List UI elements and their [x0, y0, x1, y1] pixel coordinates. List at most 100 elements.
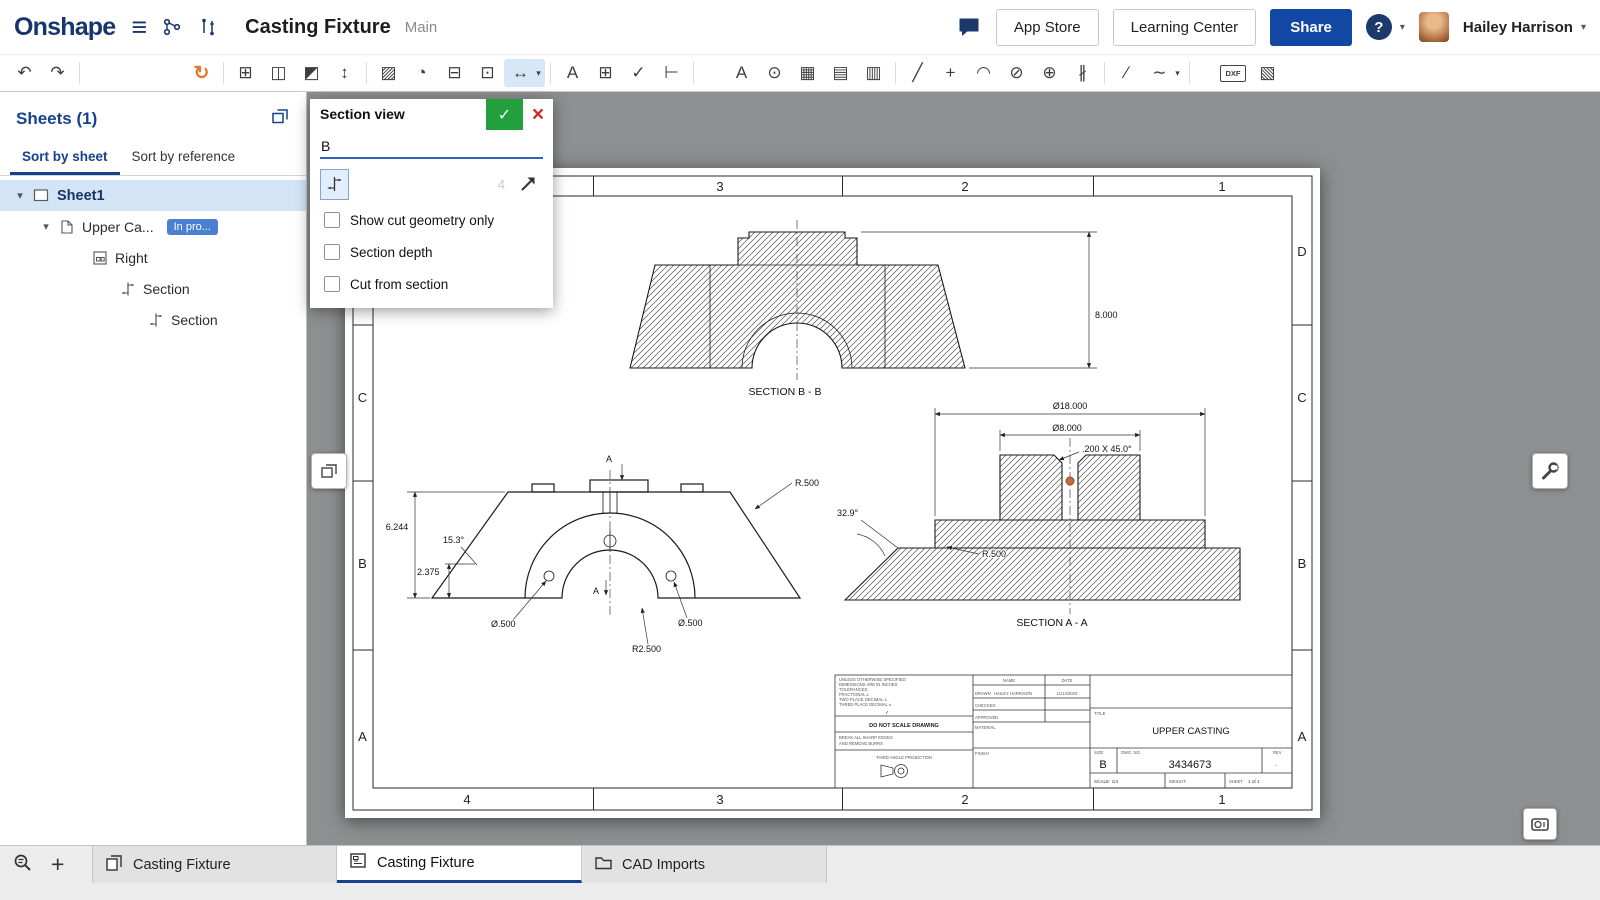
tab-casting-fixture-partstudio[interactable]: Casting Fixture	[92, 846, 337, 883]
confirm-button[interactable]: ✓	[486, 99, 523, 130]
document-tab-bar: + Casting Fixture Casting Fixture CAD Im…	[0, 845, 1600, 900]
dimension-text[interactable]: R2.500	[632, 644, 661, 654]
front-view[interactable]: A A R.500 6.244 15.3° 2.375 Ø.500 Ø.500	[386, 454, 819, 654]
tree-item-section-2[interactable]: Section	[0, 304, 306, 335]
tree-item-section-1[interactable]: Section	[0, 273, 306, 304]
update-views-icon[interactable]: ↻	[185, 59, 218, 87]
weld-symbol-icon[interactable]: ⊢	[655, 59, 688, 87]
spline-menu-caret-icon[interactable]: ▾	[1171, 59, 1184, 87]
sheets-panel-title: Sheets (1)	[16, 109, 97, 129]
break-view-icon[interactable]: ⊟	[438, 59, 471, 87]
section-line-style-button[interactable]	[320, 169, 349, 200]
user-name[interactable]: Hailey Harrison	[1463, 19, 1573, 36]
balloon-icon[interactable]: ⊙	[758, 59, 791, 87]
section-bb-view[interactable]: 8.000 SECTION B - B	[630, 220, 1118, 398]
chevron-down-icon[interactable]: ▾	[40, 220, 52, 233]
avatar[interactable]	[1419, 12, 1449, 42]
zone-label: B	[1298, 556, 1307, 571]
undo-icon[interactable]: ↶	[8, 59, 41, 87]
tab-sort-by-reference[interactable]: Sort by reference	[120, 141, 248, 175]
hamburger-menu-icon[interactable]: ≡	[131, 14, 147, 41]
dimension-text[interactable]: Ø8.000	[1052, 423, 1082, 433]
add-tab-icon[interactable]: +	[51, 853, 64, 876]
line-tool-icon[interactable]: ∕	[1110, 59, 1143, 87]
svg-text:11/14/2023: 11/14/2023	[1057, 691, 1078, 696]
section-name-input[interactable]	[320, 135, 543, 159]
share-button[interactable]: Share	[1270, 9, 1352, 46]
export-dxf-icon[interactable]: DXF	[1220, 65, 1246, 82]
dimension-text[interactable]: 8.000	[1095, 310, 1118, 320]
dimension-text[interactable]: 6.244	[386, 522, 409, 532]
app-store-button[interactable]: App Store	[996, 9, 1099, 46]
learning-center-button[interactable]: Learning Center	[1113, 9, 1257, 46]
option-show-cut-geometry[interactable]: Show cut geometry only	[310, 204, 553, 236]
insert-view-icon[interactable]: ⊞	[229, 59, 262, 87]
detail-view-icon[interactable]: ◔	[405, 59, 438, 87]
geometric-tolerance-icon[interactable]: ⊞	[589, 59, 622, 87]
redo-icon[interactable]: ↷	[41, 59, 74, 87]
tree-item-sheet1[interactable]: ▾ Sheet1	[0, 180, 306, 211]
table-icon[interactable]: ▦	[791, 59, 824, 87]
dock-panel-icon[interactable]	[271, 107, 290, 131]
dimension-text[interactable]: R.500	[982, 549, 1006, 559]
checkbox[interactable]	[324, 212, 340, 228]
tab-sort-by-sheet[interactable]: Sort by sheet	[10, 141, 120, 175]
tree-item-upper-casting[interactable]: ▾ Upper Ca... In pro...	[0, 211, 306, 242]
search-tabs-icon[interactable]	[12, 852, 33, 878]
user-menu-caret-icon[interactable]: ▾	[1581, 22, 1586, 33]
tangent-edge-icon[interactable]: ⊘	[1000, 59, 1033, 87]
branch-compare-icon[interactable]	[197, 16, 219, 38]
dimension-menu-caret-icon[interactable]: ▾	[532, 59, 545, 87]
selected-vertex[interactable]	[1066, 477, 1074, 485]
comments-icon[interactable]	[956, 14, 982, 40]
insert-image-icon[interactable]: ▧	[1251, 59, 1284, 87]
tab-casting-fixture-drawing[interactable]: Casting Fixture	[337, 846, 582, 883]
break-line-icon[interactable]: ∦	[1066, 59, 1099, 87]
dimension-text[interactable]: .200 X 45.0°	[1082, 444, 1132, 454]
hole-table-icon[interactable]: ▥	[857, 59, 890, 87]
flip-direction-icon[interactable]	[513, 169, 543, 199]
tab-label: CAD Imports	[622, 857, 705, 873]
checkbox[interactable]	[324, 244, 340, 260]
auxiliary-view-icon[interactable]: ◩	[295, 59, 328, 87]
sheet-overlay-button[interactable]	[311, 453, 347, 489]
tree-item-right-view[interactable]: Right	[0, 242, 306, 273]
measure-tool-button[interactable]	[1523, 808, 1557, 840]
help-caret-icon[interactable]: ▾	[1400, 22, 1405, 33]
svg-text:TITLE: TITLE	[1094, 711, 1106, 716]
dimension-text[interactable]: 15.3°	[443, 535, 465, 545]
projected-view-icon[interactable]: ◫	[262, 59, 295, 87]
dimension-text[interactable]: 2.375	[417, 567, 440, 577]
dimension-text[interactable]: Ø18.000	[1053, 401, 1088, 411]
show-hidden-icon[interactable]: ⊕	[1033, 59, 1066, 87]
centerline-icon[interactable]: ╱	[901, 59, 934, 87]
workspace-name[interactable]: Main	[405, 19, 438, 36]
help-icon[interactable]: ?	[1366, 14, 1392, 40]
toolbar-separator	[550, 62, 551, 84]
circular-centerline-icon[interactable]: ◠	[967, 59, 1000, 87]
checkbox[interactable]	[324, 276, 340, 292]
centermark-icon[interactable]: +	[934, 59, 967, 87]
option-section-depth[interactable]: Section depth	[310, 236, 553, 268]
versions-icon[interactable]	[161, 16, 183, 38]
dimension-text[interactable]: Ø.500	[678, 618, 703, 628]
dimension-text[interactable]: 32.9°	[837, 508, 859, 518]
tools-wrench-button[interactable]	[1532, 453, 1568, 489]
chevron-down-icon[interactable]: ▾	[14, 189, 26, 202]
bom-table-icon[interactable]: ▤	[824, 59, 857, 87]
note-icon[interactable]: A	[556, 59, 589, 87]
crop-view-icon[interactable]: ⊡	[471, 59, 504, 87]
text-icon[interactable]: A	[725, 59, 758, 87]
option-cut-from-section[interactable]: Cut from section	[310, 268, 553, 300]
tab-cad-imports[interactable]: CAD Imports	[582, 846, 827, 883]
svg-text:SHEET: SHEET	[1229, 779, 1243, 784]
zone-label: 4	[463, 792, 470, 807]
close-icon[interactable]: ×	[523, 99, 553, 130]
onshape-logo[interactable]: Onshape	[14, 13, 115, 42]
section-view-icon[interactable]: ↕	[328, 59, 361, 87]
section-aa-view[interactable]: Ø18.000 Ø8.000 .200 X 45.0° 32.9° R.500 …	[837, 401, 1240, 629]
dimension-text[interactable]: Ø.500	[491, 619, 516, 629]
broken-section-icon[interactable]: ▨	[372, 59, 405, 87]
surface-finish-icon[interactable]: ✓	[622, 59, 655, 87]
dimension-text[interactable]: R.500	[795, 478, 819, 488]
